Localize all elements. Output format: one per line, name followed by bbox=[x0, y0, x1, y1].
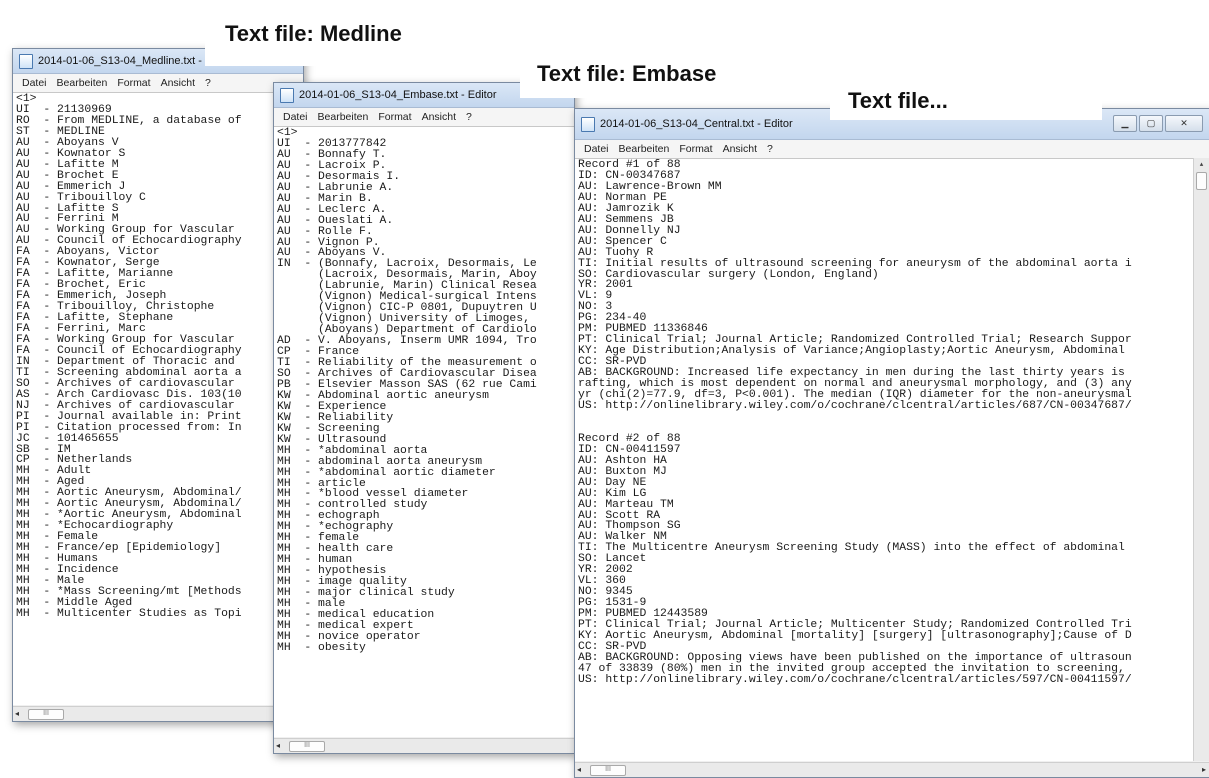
notepad-icon bbox=[581, 116, 595, 132]
medline-horizontal-scrollbar[interactable]: ◂ III bbox=[13, 706, 303, 721]
central-window-title: 2014-01-06_S13-04_Central.txt - Editor bbox=[600, 118, 793, 130]
text-line: MH - *abdominal aorta bbox=[277, 444, 428, 457]
text-line: VL: 360 bbox=[578, 575, 626, 588]
text-line bbox=[578, 412, 1190, 423]
central-horizontal-scrollbar[interactable]: ◂ III ▸ bbox=[575, 762, 1209, 777]
text-line: NO: 9345 bbox=[578, 586, 633, 599]
text-line: NO: 3 bbox=[578, 301, 613, 314]
embase-menubar: Datei Bearbeiten Format Ansicht ? bbox=[274, 108, 574, 127]
text-line: AU: Marteau TM bbox=[578, 498, 674, 511]
scroll-thumb[interactable]: III bbox=[590, 765, 626, 776]
menu-ansicht[interactable]: Ansicht bbox=[417, 111, 461, 123]
text-line: AU: Thompson SG bbox=[578, 520, 681, 533]
text-line: PI - Citation processed from: In bbox=[16, 421, 242, 434]
scroll-up-arrow-icon[interactable]: ▴ bbox=[1194, 160, 1209, 168]
text-line: AU: Donnelly NJ bbox=[578, 224, 681, 237]
text-line: MH - obesity bbox=[277, 641, 366, 654]
text-line: AU - Leclerc A. bbox=[277, 203, 387, 216]
text-line: AU - Tribouilloy C bbox=[16, 191, 146, 204]
text-line: AU: Lawrence-Brown MM bbox=[578, 180, 722, 193]
menu-ansicht[interactable]: Ansicht bbox=[156, 77, 200, 89]
scroll-left-arrow-icon[interactable]: ◂ bbox=[577, 765, 581, 774]
embase-window: 2014-01-06_S13-04_Embase.txt - Editor Da… bbox=[273, 82, 575, 754]
text-line: PI - Journal available in: Print bbox=[16, 410, 242, 423]
menu-format[interactable]: Format bbox=[112, 77, 155, 89]
notepad-icon bbox=[280, 87, 294, 103]
embase-window-title: 2014-01-06_S13-04_Embase.txt - Editor bbox=[299, 89, 497, 101]
text-line: MH - *abdominal aortic diameter bbox=[277, 466, 496, 479]
menu-help[interactable]: ? bbox=[762, 143, 778, 155]
minimize-icon[interactable]: ▁ bbox=[1113, 115, 1137, 132]
medline-window-title: 2014-01-06_S13-04_Medline.txt - bbox=[38, 55, 202, 67]
text-line: AU: Day NE bbox=[578, 476, 647, 489]
text-line: AU: Ashton HA bbox=[578, 454, 667, 467]
embase-horizontal-scrollbar[interactable]: ◂ III bbox=[274, 738, 574, 753]
menu-help[interactable]: ? bbox=[200, 77, 216, 89]
text-line: KY: Age Distribution;Analysis of Varianc… bbox=[578, 345, 1125, 358]
notepad-icon bbox=[19, 53, 33, 69]
text-line: AU: Tuohy R bbox=[578, 246, 654, 259]
window-controls: ▁ ▢ ✕ bbox=[1111, 115, 1203, 132]
text-line: MH - Multicenter Studies as Topi bbox=[16, 607, 242, 620]
text-line: MH - abdominal aorta aneurysm bbox=[277, 455, 483, 468]
text-line: AU: Spencer C bbox=[578, 235, 667, 248]
text-line: SO: Cardiovascular surgery (London, Engl… bbox=[578, 268, 879, 281]
menu-ansicht[interactable]: Ansicht bbox=[718, 143, 762, 155]
medline-text-lines: <1> UI - 21130969 RO - From MEDLINE, a dat… bbox=[13, 93, 303, 621]
text-line: US: http://onlinelibrary.wiley.com/o/coc… bbox=[578, 673, 1132, 686]
text-line: NJ - Archives of cardiovascular bbox=[16, 399, 235, 412]
scroll-thumb[interactable]: III bbox=[28, 709, 64, 720]
menu-datei[interactable]: Datei bbox=[579, 143, 614, 155]
menu-datei[interactable]: Datei bbox=[278, 111, 313, 123]
text-line: AU - Oueslati A. bbox=[277, 214, 394, 227]
scroll-right-arrow-icon[interactable]: ▸ bbox=[1202, 765, 1206, 774]
text-line: YR: 2001 bbox=[578, 279, 633, 292]
menu-datei[interactable]: Datei bbox=[17, 77, 52, 89]
text-line: JC - 101465655 bbox=[16, 432, 119, 445]
medline-menubar: Datei Bearbeiten Format Ansicht ? bbox=[13, 74, 303, 93]
text-line: AU: Kim LG bbox=[578, 487, 647, 500]
close-icon[interactable]: ✕ bbox=[1165, 115, 1203, 132]
text-line: AU - Brochet E bbox=[16, 169, 119, 182]
text-line: TI: Initial results of ultrasound screen… bbox=[578, 257, 1132, 270]
scroll-left-arrow-icon[interactable]: ◂ bbox=[276, 741, 280, 750]
text-line: TI: The Multicentre Aneurysm Screening S… bbox=[578, 542, 1125, 555]
medline-window: 2014-01-06_S13-04_Medline.txt - Datei Be… bbox=[12, 48, 304, 722]
text-line: AU - Emmerich J bbox=[16, 180, 126, 193]
text-line: KW - Ultrasound bbox=[277, 433, 387, 446]
text-line: KY: Aortic Aneurysm, Abdominal [mortalit… bbox=[578, 629, 1132, 642]
text-line: VL: 9 bbox=[578, 290, 613, 303]
text-line: US: http://onlinelibrary.wiley.com/o/coc… bbox=[578, 399, 1132, 412]
text-line: YR: 2002 bbox=[578, 564, 633, 577]
scroll-thumb[interactable] bbox=[1196, 172, 1207, 190]
text-line: ID: CN-00411597 bbox=[578, 443, 681, 456]
maximize-icon[interactable]: ▢ bbox=[1139, 115, 1163, 132]
scroll-left-arrow-icon[interactable]: ◂ bbox=[15, 709, 19, 718]
label-central: Text file... bbox=[830, 75, 1102, 120]
label-medline: Text file: Medline bbox=[205, 16, 475, 66]
central-menubar: Datei Bearbeiten Format Ansicht ? bbox=[575, 140, 1209, 159]
menu-format[interactable]: Format bbox=[373, 111, 416, 123]
menu-bearbeiten[interactable]: Bearbeiten bbox=[313, 111, 374, 123]
label-embase: Text file: Embase bbox=[520, 46, 790, 98]
text-line: AU - Rolle F. bbox=[277, 225, 373, 238]
central-window: 2014-01-06_S13-04_Central.txt - Editor ▁… bbox=[574, 108, 1209, 778]
menu-format[interactable]: Format bbox=[674, 143, 717, 155]
central-text-area[interactable]: Record #1 of 88 ID: CN-00347687 AU: Lawren… bbox=[575, 158, 1193, 761]
menu-bearbeiten[interactable]: Bearbeiten bbox=[52, 77, 113, 89]
embase-text-lines: <1> UI - 2013777842 AU - Bonnafy T. AU - La… bbox=[274, 127, 574, 655]
scroll-thumb[interactable]: III bbox=[289, 741, 325, 752]
medline-text-area[interactable]: <1> UI - 21130969 RO - From MEDLINE, a dat… bbox=[13, 92, 303, 705]
embase-text-area[interactable]: <1> UI - 2013777842 AU - Bonnafy T. AU - La… bbox=[274, 126, 574, 737]
text-line: SO: Lancet bbox=[578, 553, 647, 566]
menu-bearbeiten[interactable]: Bearbeiten bbox=[614, 143, 675, 155]
text-line: AU: Buxton MJ bbox=[578, 465, 667, 478]
central-vertical-scrollbar[interactable]: ▴ bbox=[1193, 158, 1209, 761]
central-text-lines: Record #1 of 88 ID: CN-00347687 AU: Lawren… bbox=[575, 159, 1193, 687]
menu-help[interactable]: ? bbox=[461, 111, 477, 123]
